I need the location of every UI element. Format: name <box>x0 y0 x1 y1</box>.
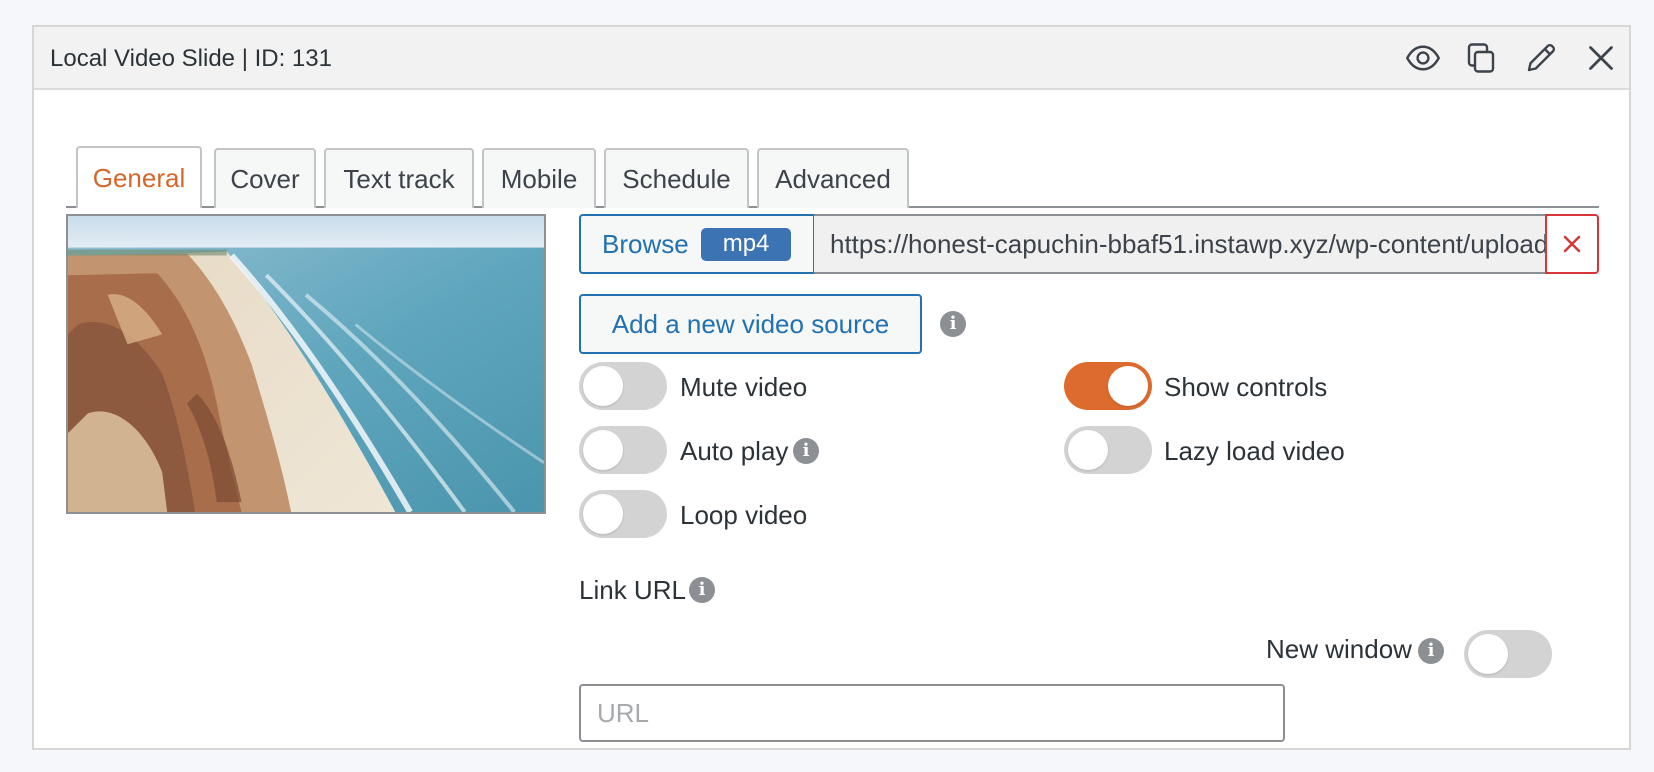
tab-text-track[interactable]: Text track <box>324 148 474 208</box>
browse-label: Browse <box>602 228 689 259</box>
eye-icon[interactable] <box>1403 38 1443 78</box>
video-url-field[interactable]: https://honest-capuchin-bbaf51.instawp.x… <box>814 214 1545 274</box>
close-icon <box>1563 235 1581 253</box>
link-url-input[interactable] <box>579 684 1285 742</box>
new-window-label: New window <box>1266 634 1412 664</box>
auto-play-toggle[interactable] <box>579 426 667 474</box>
tab-advanced[interactable]: Advanced <box>757 148 909 208</box>
tab-mobile[interactable]: Mobile <box>482 148 596 208</box>
lazy-load-toggle[interactable] <box>1064 426 1152 474</box>
show-controls-toggle[interactable] <box>1064 362 1152 410</box>
clear-source-button[interactable] <box>1545 214 1599 274</box>
info-icon[interactable]: i <box>1418 638 1444 664</box>
duplicate-icon[interactable] <box>1461 38 1501 78</box>
loop-video-label: Loop video <box>680 500 808 530</box>
show-controls-label: Show controls <box>1164 372 1328 402</box>
info-icon[interactable]: i <box>940 311 966 337</box>
tab-schedule[interactable]: Schedule <box>604 148 749 208</box>
tab-bar: General Cover Text track Mobile Schedule… <box>66 122 1599 208</box>
slide-panel: Local Video Slide | ID: 131 General Cove… <box>32 25 1631 750</box>
loop-video-toggle[interactable] <box>579 490 667 538</box>
add-video-source-button[interactable]: Add a new video source <box>579 294 922 354</box>
slide-title: Local Video Slide | ID: 131 <box>50 45 332 72</box>
tab-cover[interactable]: Cover <box>214 148 316 208</box>
info-icon[interactable]: i <box>793 438 819 464</box>
close-icon[interactable] <box>1581 38 1621 78</box>
new-window-toggle[interactable] <box>1464 630 1552 678</box>
tab-general[interactable]: General <box>76 146 202 208</box>
browse-button[interactable]: Browse mp4 <box>579 214 815 274</box>
auto-play-label: Auto play <box>680 436 789 466</box>
mute-video-label: Mute video <box>680 372 808 402</box>
lazy-load-label: Lazy load video <box>1164 436 1345 466</box>
mute-video-toggle[interactable] <box>579 362 667 410</box>
video-thumbnail[interactable] <box>66 214 546 514</box>
link-url-label: Link URL <box>579 575 686 605</box>
edit-icon[interactable] <box>1521 38 1561 78</box>
format-badge: mp4 <box>700 227 792 261</box>
info-icon[interactable]: i <box>689 577 715 603</box>
slide-header: Local Video Slide | ID: 131 <box>34 27 1629 90</box>
